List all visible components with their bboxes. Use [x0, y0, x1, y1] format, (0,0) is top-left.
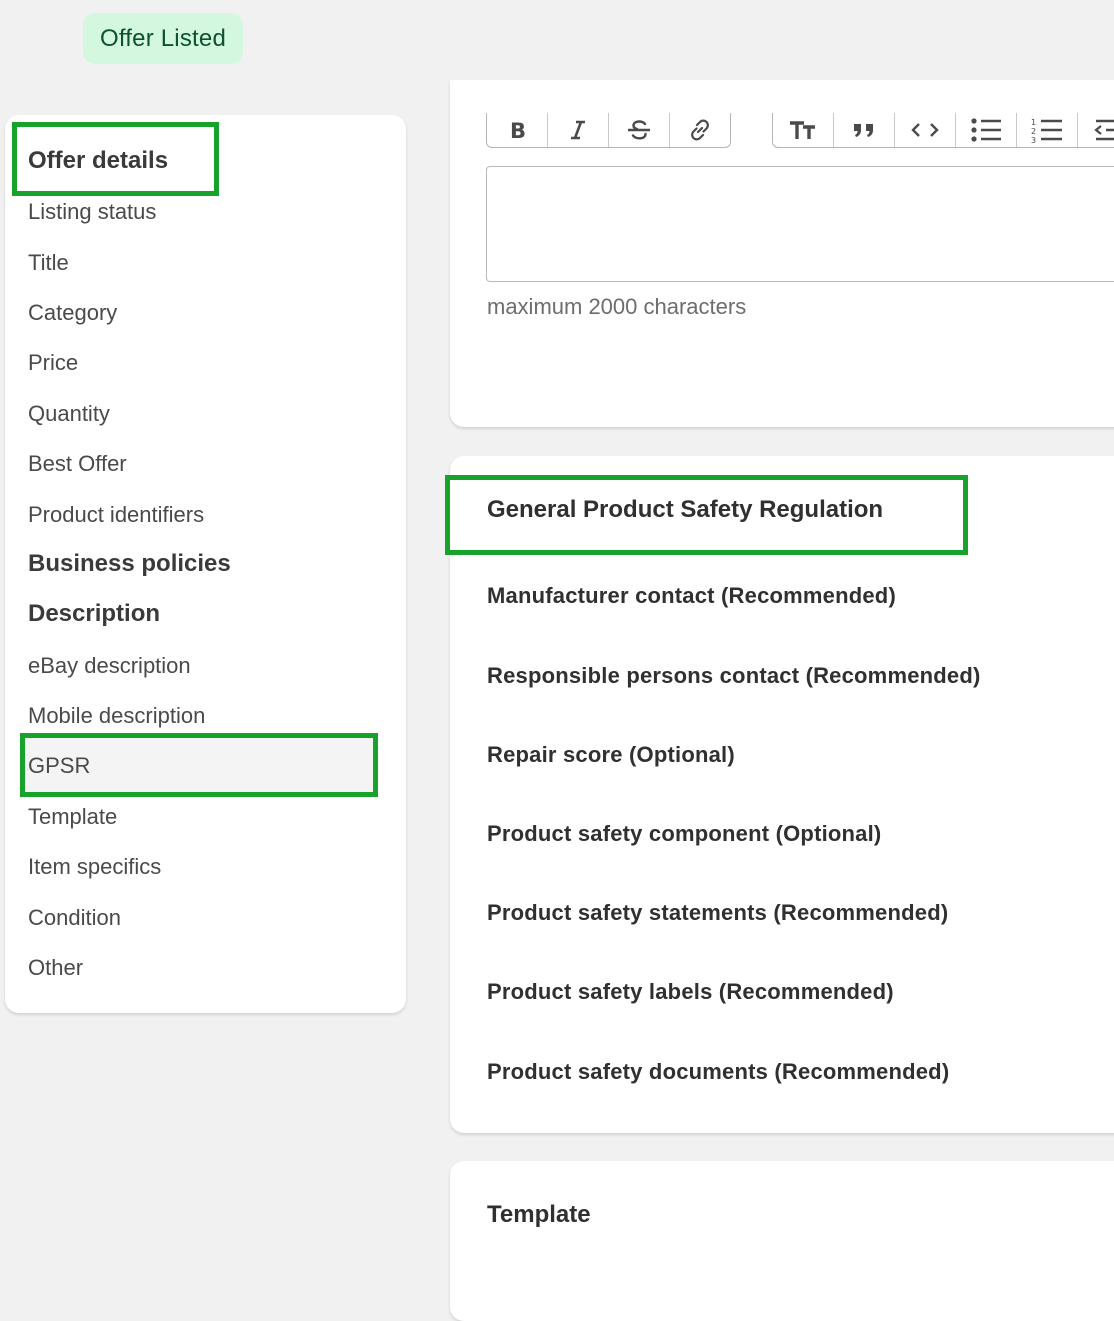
product-safety-documents-field[interactable]: Product safety documents (Recommended) [487, 1059, 949, 1085]
text-size-icon[interactable] [773, 113, 834, 147]
sidebar-item-offer-details[interactable]: Offer details [28, 146, 168, 176]
responsible-persons-contact-field[interactable]: Responsible persons contact (Recommended… [487, 663, 981, 689]
sidebar-item-template[interactable]: Template [28, 802, 117, 832]
product-safety-statements-field[interactable]: Product safety statements (Recommended) [487, 900, 948, 926]
product-safety-component-field[interactable]: Product safety component (Optional) [487, 821, 881, 847]
sidebar-item-gpsr[interactable]: GPSR [28, 751, 90, 781]
sidebar-item-business-policies[interactable]: Business policies [28, 549, 231, 579]
svg-text:B: B [510, 119, 526, 141]
description-textarea[interactable] [486, 166, 1114, 282]
character-limit-hint: maximum 2000 characters [487, 294, 747, 319]
product-safety-labels-field[interactable]: Product safety labels (Recommended) [487, 979, 894, 1005]
gpsr-card [450, 456, 1114, 1133]
svg-text:3: 3 [1031, 136, 1036, 143]
sidebar-item-best-offer[interactable]: Best Offer [28, 449, 127, 479]
sidebar-item-listing-status[interactable]: Listing status [28, 197, 156, 227]
sidebar-item-ebay-description[interactable]: eBay description [28, 651, 191, 681]
sidebar-item-price[interactable]: Price [28, 348, 78, 378]
block-toolbar-group: 123 [772, 113, 1114, 148]
sidebar-item-title[interactable]: Title [28, 248, 69, 278]
sidebar-item-category[interactable]: Category [28, 298, 117, 328]
bold-icon[interactable]: B [487, 113, 548, 147]
status-badge: Offer Listed [83, 13, 243, 64]
bullet-list-icon[interactable] [956, 113, 1017, 147]
code-icon[interactable] [895, 113, 956, 147]
sidebar-item-item-specifics[interactable]: Item specifics [28, 852, 161, 882]
italic-icon[interactable] [548, 113, 609, 147]
strikethrough-icon[interactable] [609, 113, 670, 147]
template-card [450, 1161, 1114, 1321]
sidebar-item-description[interactable]: Description [28, 599, 160, 629]
svg-text:2: 2 [1031, 127, 1036, 136]
sidebar-item-product-identifiers[interactable]: Product identifiers [28, 500, 204, 530]
outdent-icon[interactable] [1078, 113, 1114, 147]
sidebar-item-other[interactable]: Other [28, 953, 83, 983]
template-section-title: Template [487, 1201, 591, 1228]
sidebar-item-mobile-description[interactable]: Mobile description [28, 701, 205, 731]
svg-text:1: 1 [1031, 118, 1036, 127]
numbered-list-icon[interactable]: 123 [1017, 113, 1078, 147]
link-icon[interactable] [670, 113, 730, 147]
sidebar-item-quantity[interactable]: Quantity [28, 399, 110, 429]
format-toolbar-group: B [486, 113, 731, 148]
repair-score-field[interactable]: Repair score (Optional) [487, 742, 735, 768]
sidebar-item-condition[interactable]: Condition [28, 903, 121, 933]
quote-icon[interactable] [834, 113, 895, 147]
manufacturer-contact-field[interactable]: Manufacturer contact (Recommended) [487, 583, 896, 609]
gpsr-title: General Product Safety Regulation [487, 496, 884, 523]
